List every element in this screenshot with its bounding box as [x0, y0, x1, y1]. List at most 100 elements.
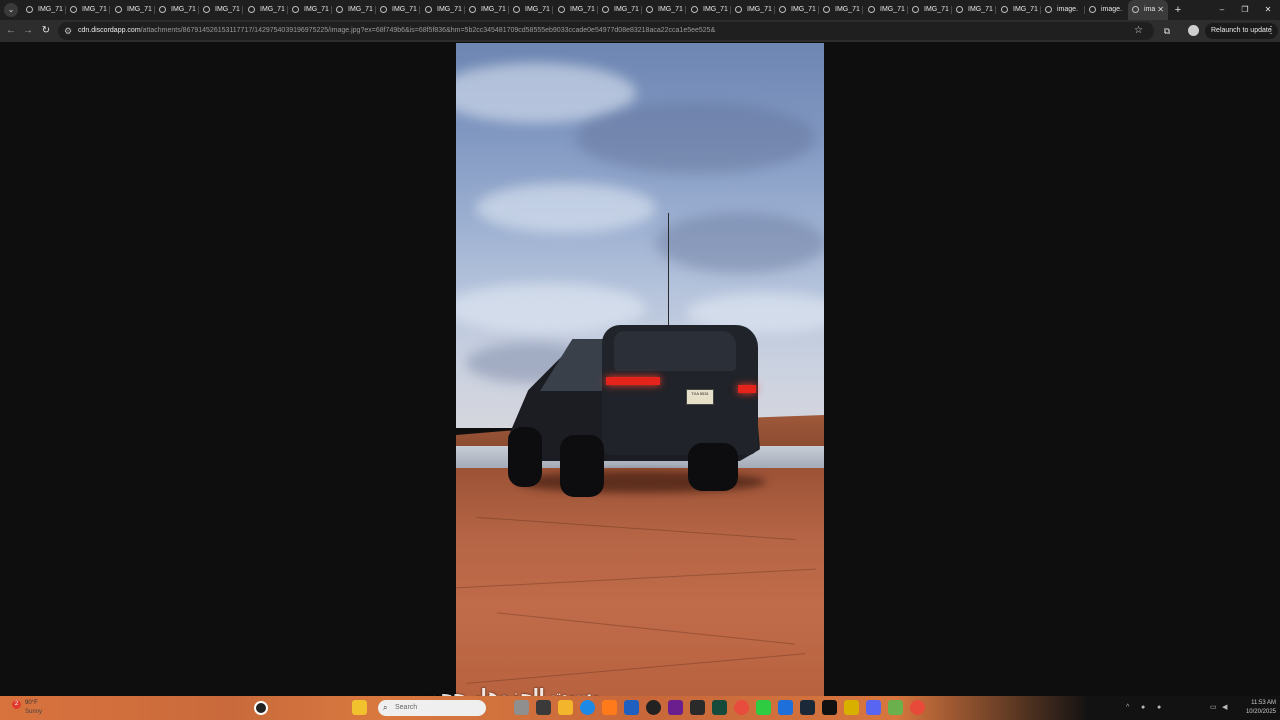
tab-active[interactable]: ima ✕ [1128, 0, 1168, 20]
photo-wheel [508, 427, 542, 487]
folder-icon[interactable] [558, 700, 573, 715]
photo-track [456, 568, 816, 589]
search-placeholder: Search [395, 704, 418, 711]
tab-separator [552, 6, 553, 14]
globe-icon [292, 6, 299, 13]
tab[interactable]: IMG_71 [731, 0, 775, 20]
globe-icon [735, 6, 742, 13]
tab[interactable]: image. [1041, 0, 1085, 20]
tab[interactable]: IMG_71 [332, 0, 376, 20]
menu-icon[interactable]: ⋮ [1266, 23, 1276, 39]
tray-overflow-button[interactable]: ^ [1126, 700, 1129, 716]
store-icon[interactable] [624, 700, 639, 715]
photo-taillight-right [738, 385, 756, 393]
tab-label: IMG_71 [481, 6, 506, 13]
tab-label: image. [1057, 6, 1079, 13]
tab-label: IMG_71 [747, 6, 772, 13]
tab[interactable]: IMG_71 [244, 0, 288, 20]
tab[interactable]: IMG_71 [155, 0, 199, 20]
tab-label: IMG_71 [392, 6, 417, 13]
app-icon[interactable] [822, 700, 837, 715]
close-window-button[interactable]: ✕ [1256, 0, 1280, 20]
reload-button[interactable]: ↻ [39, 23, 53, 39]
network-icon[interactable]: ▭ [1210, 700, 1217, 716]
app-icon[interactable] [602, 700, 617, 715]
tab[interactable]: IMG_71 [554, 0, 598, 20]
tab[interactable]: IMG_71 [376, 0, 420, 20]
site-info-icon[interactable]: ⚙ [64, 25, 72, 37]
app-icon[interactable] [910, 700, 925, 715]
tab[interactable]: IMG_71 [952, 0, 996, 20]
app-icon[interactable] [690, 700, 705, 715]
tab[interactable]: IMG_71 [199, 0, 243, 20]
tab-label: IMG_71 [437, 6, 462, 13]
photo-antenna [668, 213, 669, 325]
search-input[interactable]: ⌕ Search [378, 700, 486, 716]
xbox-icon[interactable] [712, 700, 727, 715]
tab-label: IMG_71 [348, 6, 373, 13]
weather-temp: 90°F [25, 700, 38, 706]
tab[interactable]: IMG_71 [997, 0, 1041, 20]
chrome-icon[interactable] [734, 700, 749, 715]
tray-app-icon[interactable]: ● [1141, 700, 1145, 716]
weather-widget[interactable]: 2 90°F Sunny [12, 698, 72, 718]
taskbar: 2 90°F Sunny ⌕ Search ^ ● ● ▭ ◀ 11:53 AM… [0, 696, 1280, 720]
task-view-icon[interactable] [514, 700, 529, 715]
tab-label: IMG_71 [38, 6, 63, 13]
address-bar[interactable]: ⚙ cdn.discordapp.com/attachments/8679145… [58, 22, 1154, 40]
globe-icon [425, 6, 432, 13]
tab[interactable]: image. [1085, 0, 1129, 20]
close-tab-icon[interactable]: ✕ [1157, 0, 1164, 20]
back-button[interactable]: ← [4, 23, 18, 39]
app-icon[interactable] [778, 700, 793, 715]
tray-app-icon[interactable]: ● [1157, 700, 1161, 716]
app-icon[interactable] [646, 700, 661, 715]
tab-search-button[interactable]: ⌄ [4, 3, 18, 17]
tab[interactable]: IMG_71 [111, 0, 155, 20]
discord-icon[interactable] [866, 700, 881, 715]
tab[interactable]: IMG_71 [908, 0, 952, 20]
tab[interactable]: IMG_71 [642, 0, 686, 20]
tab[interactable]: IMG_71 [421, 0, 465, 20]
tab[interactable]: IMG_71 [66, 0, 110, 20]
tab-label: IMG_71 [791, 6, 816, 13]
tab[interactable]: IMG_71 [598, 0, 642, 20]
tab[interactable]: IMG_71 [819, 0, 863, 20]
app-icon[interactable] [668, 700, 683, 715]
tab-label: IMG_71 [127, 6, 152, 13]
app-icon[interactable] [756, 700, 771, 715]
photo-license-plate: TXA 5531 [686, 389, 714, 405]
tab-label: IMG_71 [570, 6, 595, 13]
new-tab-button[interactable]: + [1172, 0, 1184, 20]
minimize-button[interactable]: – [1210, 0, 1234, 20]
url-text[interactable]: cdn.discordapp.com/attachments/867914526… [78, 22, 715, 40]
tab[interactable]: IMG_71 [22, 0, 66, 20]
globe-icon [1045, 6, 1052, 13]
app-icon[interactable] [844, 700, 859, 715]
tab-label: IMG_71 [968, 6, 993, 13]
restore-button[interactable]: ❐ [1233, 0, 1257, 20]
tab[interactable]: IMG_71 [687, 0, 731, 20]
photo-sand [456, 468, 824, 696]
tab-label: IMG_71 [703, 6, 728, 13]
app-icon[interactable] [888, 700, 903, 715]
tab[interactable]: IMG_71 [775, 0, 819, 20]
tab[interactable]: IMG_71 [288, 0, 332, 20]
tab[interactable]: IMG_71 [509, 0, 553, 20]
avatar[interactable] [1188, 25, 1199, 36]
photo-suv-desert[interactable]: TXA 5531 [456, 43, 824, 696]
tab[interactable]: IMG_71 [864, 0, 908, 20]
forward-button[interactable]: → [21, 23, 35, 39]
tab-label: IMG_71 [1013, 6, 1038, 13]
app-icon[interactable] [536, 700, 551, 715]
bookmark-star-icon[interactable]: ☆ [1134, 23, 1143, 39]
extensions-icon[interactable]: ⧉ [1161, 23, 1173, 39]
volume-icon[interactable]: ◀ [1222, 700, 1227, 716]
tab[interactable]: IMG_71 [465, 0, 509, 20]
edge-icon[interactable] [580, 700, 595, 715]
clock[interactable]: 11:53 AM 10/20/2025 [1232, 699, 1276, 717]
globe-icon [823, 6, 830, 13]
steam-icon[interactable] [800, 700, 815, 715]
file-explorer-icon[interactable] [352, 700, 367, 715]
cortana-icon[interactable] [254, 701, 268, 715]
